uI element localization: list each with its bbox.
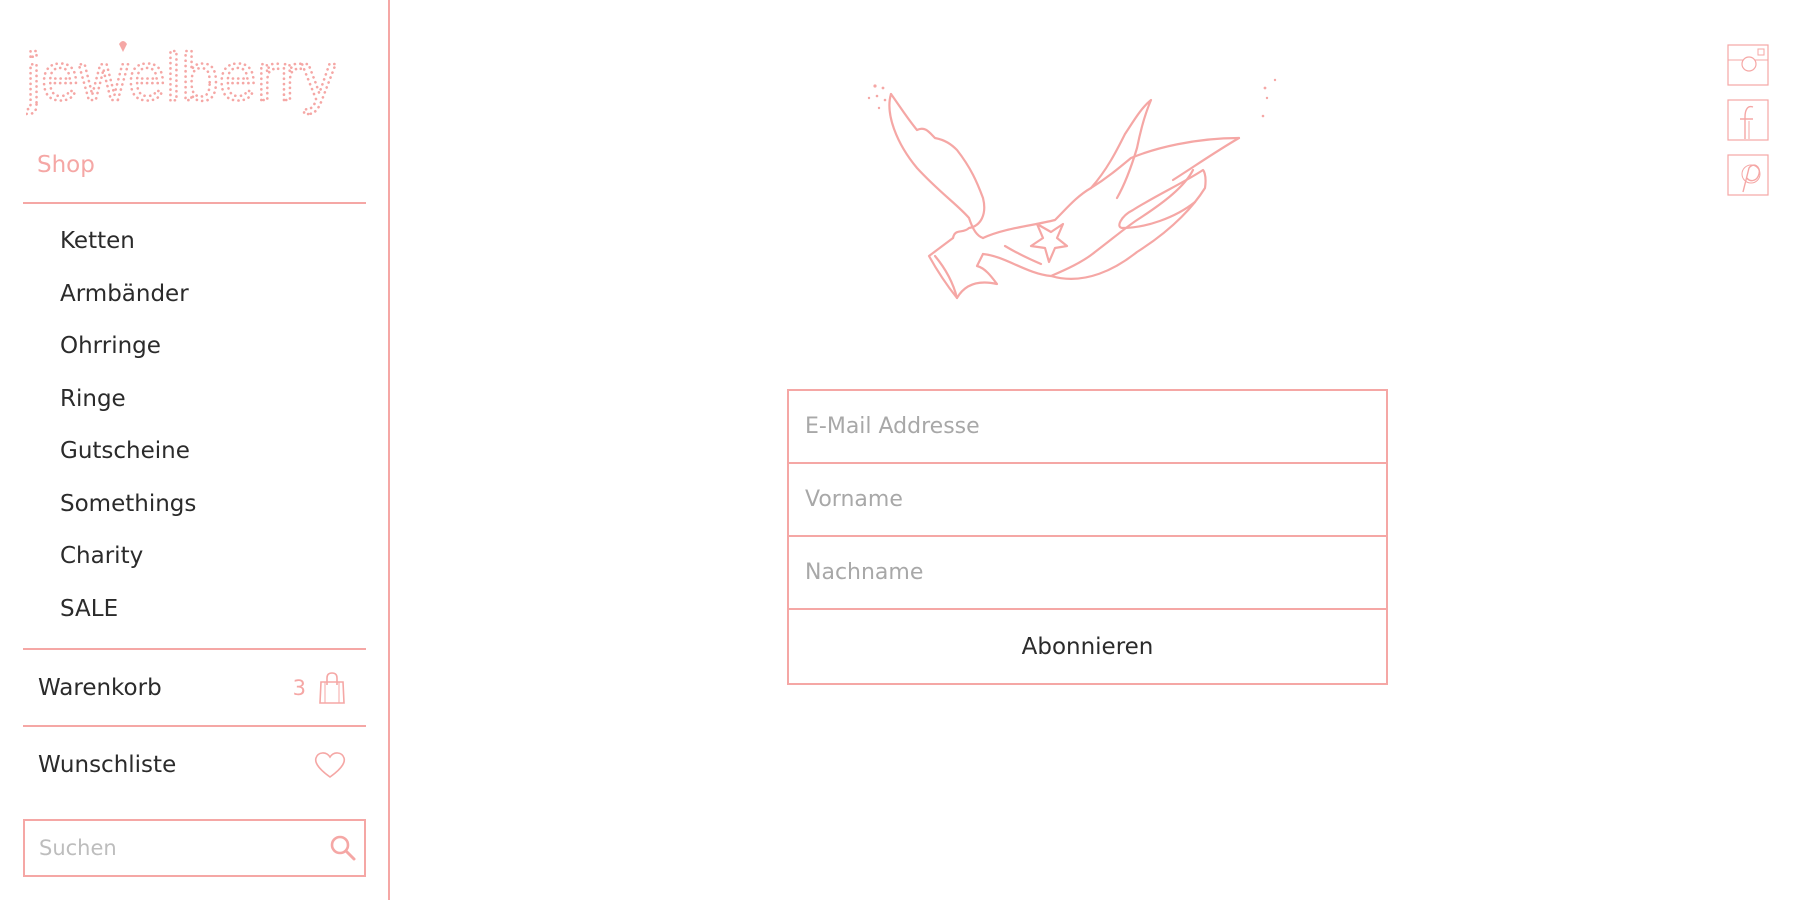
nav-item-ketten[interactable]: Ketten — [60, 221, 196, 274]
nav-item-somethings[interactable]: Somethings — [60, 484, 196, 537]
nav-item-charity[interactable]: Charity — [60, 536, 196, 589]
sidebar: jewelberry Shop Ketten Armbänder Ohrring… — [0, 0, 390, 900]
search-icon — [330, 835, 355, 861]
wishlist-label: Wunschliste — [38, 752, 177, 778]
heart-icon — [314, 752, 346, 778]
category-nav: Ketten Armbänder Ohrringe Ringe Gutschei… — [60, 221, 196, 641]
search-box — [23, 819, 366, 877]
wishlist-link[interactable]: Wunschliste — [23, 727, 366, 803]
cart-count-badge: 3 — [292, 676, 306, 700]
pinterest-icon[interactable] — [1727, 154, 1769, 196]
cart-link[interactable]: Warenkorb 3 — [23, 650, 366, 726]
nav-item-gutscheine[interactable]: Gutscheine — [60, 431, 196, 484]
nav-item-ohrringe[interactable]: Ohrringe — [60, 326, 196, 379]
facebook-icon[interactable] — [1727, 99, 1769, 141]
lastname-row — [789, 537, 1386, 610]
nav-item-sale[interactable]: SALE — [60, 589, 196, 642]
firstname-row — [789, 464, 1386, 537]
subscribe-button[interactable]: Abonnieren — [789, 610, 1386, 683]
swallow-bird-illustration — [867, 78, 1277, 300]
social-links — [1727, 44, 1769, 196]
newsletter-form: Abonnieren — [787, 389, 1388, 685]
nav-item-ringe[interactable]: Ringe — [60, 379, 196, 432]
firstname-field[interactable] — [789, 464, 1386, 535]
nav-item-armbaender[interactable]: Armbänder — [60, 274, 196, 327]
search-input[interactable] — [25, 821, 321, 875]
search-button[interactable] — [321, 821, 364, 875]
lastname-field[interactable] — [789, 537, 1386, 608]
svg-text:jewelberry: jewelberry — [26, 39, 336, 115]
instagram-icon[interactable] — [1727, 44, 1769, 86]
email-row — [789, 391, 1386, 464]
shopping-bag-icon — [319, 672, 345, 704]
email-field[interactable] — [789, 391, 1386, 462]
shop-heading[interactable]: Shop — [37, 152, 95, 178]
page: jewelberry Shop Ketten Armbänder Ohrring… — [0, 0, 1800, 900]
divider — [23, 202, 366, 204]
cart-label: Warenkorb — [38, 675, 162, 701]
jewelberry-logo[interactable]: jewelberry — [26, 38, 341, 128]
